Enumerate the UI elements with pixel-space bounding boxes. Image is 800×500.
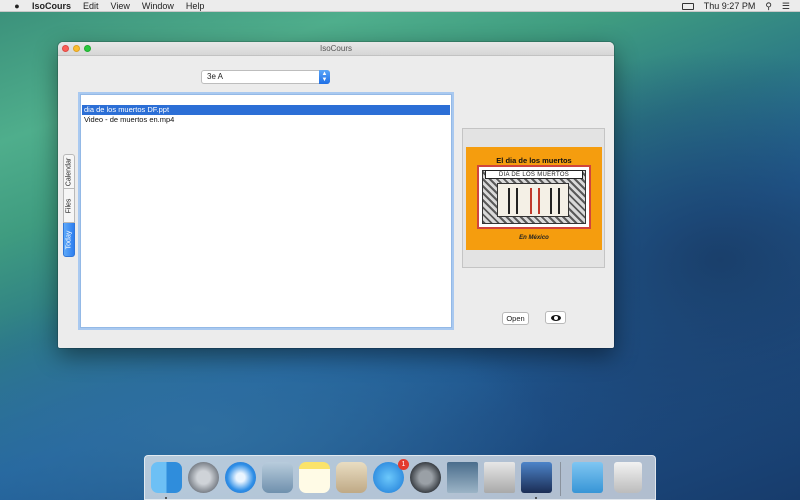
- launchpad-icon[interactable]: [188, 462, 219, 493]
- slide-banner: DIA DE LOS MUERTOS: [485, 170, 583, 179]
- minimize-window-button[interactable]: [73, 45, 80, 52]
- safari-icon[interactable]: [225, 462, 256, 493]
- apple-menu-icon[interactable]: ●: [10, 1, 24, 11]
- tab-calendar-label: Calendar: [65, 157, 73, 186]
- slide-thumbnail: El dia de los muertos DIA DE LOS MUERTOS…: [466, 147, 602, 250]
- photo-icon[interactable]: [484, 462, 515, 493]
- tab-today[interactable]: Today: [63, 222, 75, 257]
- tab-today-label: Today: [65, 230, 73, 249]
- tab-calendar[interactable]: Calendar: [63, 154, 75, 189]
- file-list[interactable]: dia de los muertos DF.ppt Video - de mue…: [80, 94, 452, 328]
- slide-artwork: DIA DE LOS MUERTOS: [477, 165, 591, 229]
- slide-title: El dia de los muertos: [496, 156, 572, 165]
- window-title: IsoCours: [319, 44, 352, 53]
- photo-icon[interactable]: [447, 462, 478, 493]
- vertical-tab-bar: Today Files Calendar: [63, 150, 75, 257]
- display-mirroring-icon[interactable]: [681, 2, 694, 10]
- menu-help[interactable]: Help: [186, 1, 205, 11]
- menu-window[interactable]: Window: [142, 1, 174, 11]
- app-window: IsoCours 3e A ▲ ▼ Today Files Calendar di…: [58, 42, 614, 348]
- system-preferences-icon[interactable]: [410, 462, 441, 493]
- menu-bar: ● IsoCours Edit View Window Help Thu 9:2…: [0, 0, 800, 12]
- skeleton-figures-image: [497, 183, 569, 217]
- menu-view[interactable]: View: [111, 1, 130, 11]
- running-indicator: [535, 497, 537, 499]
- preview-icon[interactable]: [336, 462, 367, 493]
- dock-separator: [560, 462, 561, 496]
- close-window-button[interactable]: [62, 45, 69, 52]
- running-indicator: [165, 497, 167, 499]
- slide-subtitle: En México: [519, 235, 549, 241]
- file-preview-panel: El dia de los muertos DIA DE LOS MUERTOS…: [462, 128, 605, 268]
- app-store-badge: 1: [398, 459, 409, 470]
- spotlight-search-icon[interactable]: ⚲: [765, 1, 772, 12]
- finder-icon[interactable]: [151, 462, 182, 493]
- trash-icon[interactable]: [614, 462, 642, 493]
- open-button[interactable]: Open: [502, 312, 529, 325]
- menu-edit[interactable]: Edit: [83, 1, 99, 11]
- dock: 1: [144, 455, 656, 500]
- menu-clock[interactable]: Thu 9:27 PM: [704, 1, 756, 11]
- class-select[interactable]: 3e A ▲ ▼: [201, 70, 330, 84]
- select-stepper-icon[interactable]: ▲ ▼: [319, 70, 330, 84]
- eye-icon: [551, 315, 561, 321]
- tab-files-label: Files: [65, 198, 73, 213]
- class-select-value: 3e A: [207, 72, 224, 81]
- notification-center-icon[interactable]: ☰: [782, 1, 790, 12]
- file-list-item[interactable]: dia de los muertos DF.ppt: [82, 105, 450, 115]
- mail-icon[interactable]: [262, 462, 293, 493]
- imovie-icon[interactable]: [521, 462, 552, 493]
- zoom-window-button[interactable]: [84, 45, 91, 52]
- file-list-item[interactable]: Video - de muertos en.mp4: [82, 115, 450, 125]
- tab-files[interactable]: Files: [63, 188, 75, 223]
- notes-icon[interactable]: [299, 462, 330, 493]
- window-titlebar[interactable]: IsoCours: [58, 42, 614, 56]
- downloads-folder-icon[interactable]: [572, 462, 603, 493]
- menu-app-name[interactable]: IsoCours: [32, 1, 71, 11]
- quick-look-button[interactable]: [545, 311, 566, 324]
